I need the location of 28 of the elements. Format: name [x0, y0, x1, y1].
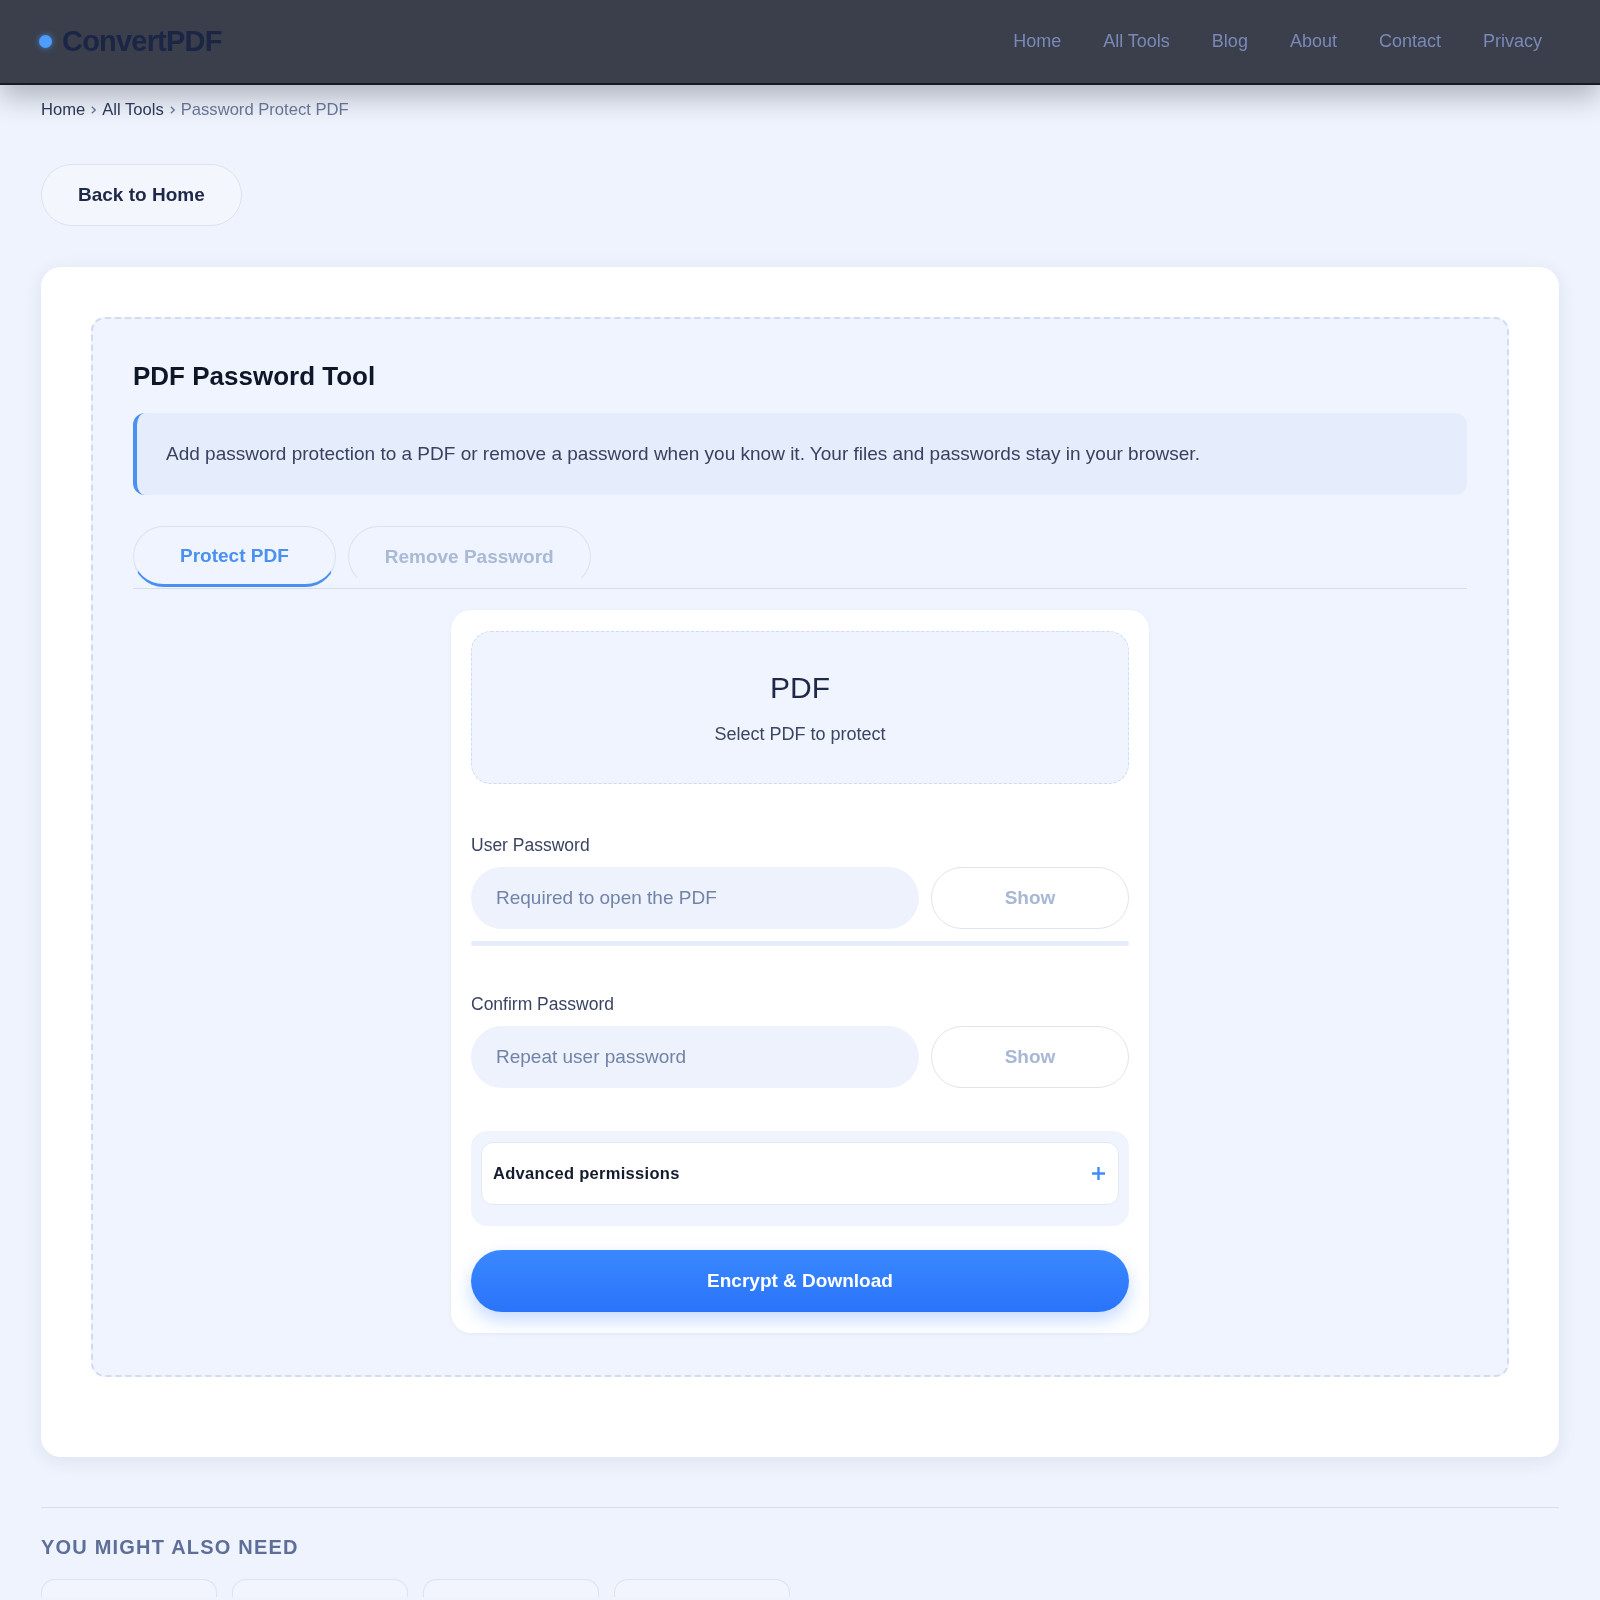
password-field[interactable]: Repeat user password — [471, 1026, 919, 1088]
show-password-button[interactable]: Show — [931, 1026, 1129, 1088]
nav-link[interactable]: All Tools — [1103, 31, 1170, 52]
password-field[interactable]: Required to open the PDF — [471, 867, 919, 929]
file-drop-zone[interactable]: PDF Select PDF to protect — [471, 631, 1129, 784]
nav-link[interactable]: Contact — [1378, 31, 1441, 52]
section-heading: YOU MIGHT ALSO NEED — [41, 1535, 300, 1559]
advanced-permissions-toggle[interactable]: Advanced permissions — [481, 1142, 1119, 1205]
field-label: Confirm Password — [471, 994, 615, 1014]
info-text: Add password protection to a PDF or remove a password when you know it. Your files and passwords stay in your browser. — [166, 443, 1200, 465]
encrypt-download-button[interactable]: Encrypt & Download — [471, 1250, 1129, 1312]
nav-link[interactable]: Privacy — [1483, 31, 1542, 52]
tool-title: PDF Password Tool — [133, 360, 377, 392]
breadcrumb-current: Password Protect PDF — [180, 100, 349, 120]
chevron-icon — [169, 106, 175, 114]
field-label: User Password — [471, 835, 591, 855]
file-type-label: PDF — [770, 670, 830, 705]
back-to-home-button[interactable]: Back to Home — [41, 164, 242, 226]
drop-zone-hint: Select PDF to protect — [714, 724, 886, 745]
breadcrumb-link[interactable]: All Tools — [102, 100, 164, 120]
nav-link[interactable]: Home — [1013, 31, 1062, 52]
show-password-button[interactable]: Show — [931, 867, 1129, 929]
chevron-icon — [91, 106, 97, 114]
nav-link[interactable]: Blog — [1211, 31, 1248, 52]
nav-link[interactable]: About — [1289, 31, 1337, 52]
logo-dot-icon — [39, 35, 52, 48]
mode-tab[interactable]: Protect PDF — [133, 526, 336, 587]
breadcrumb-link[interactable]: Home — [41, 100, 86, 120]
